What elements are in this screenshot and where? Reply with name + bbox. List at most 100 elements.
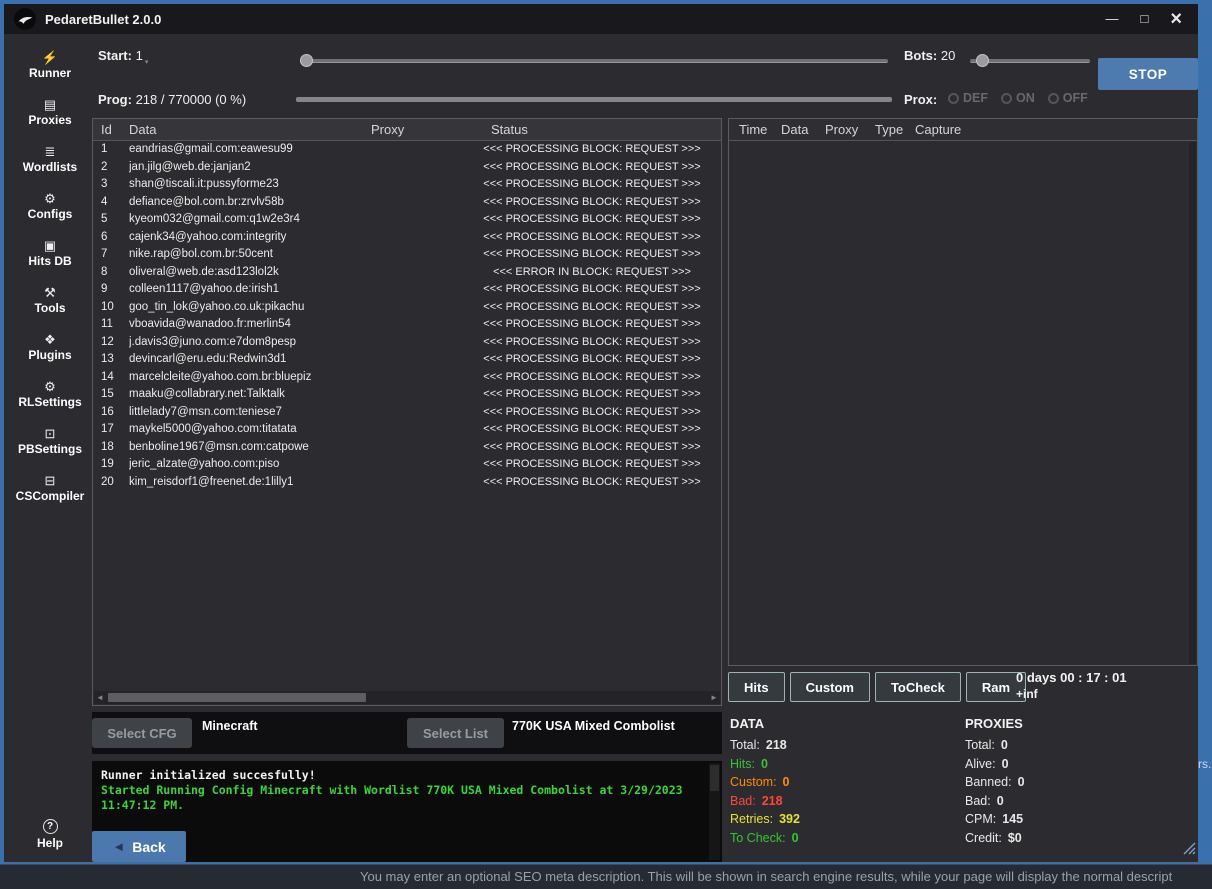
- column-header-data[interactable]: Data: [129, 122, 156, 137]
- bots-value[interactable]: 20: [941, 48, 955, 63]
- log-scrollbar[interactable]: [709, 763, 720, 860]
- table-row[interactable]: 20 kim_reisdorf1@freenet.de:1lilly1 <<< …: [93, 474, 721, 492]
- sidebar-item-configs[interactable]: ⚙ Configs: [4, 185, 96, 225]
- table-row[interactable]: 19 jeric_alzate@yahoo.com:piso <<< PROCE…: [93, 456, 721, 474]
- table-row[interactable]: 15 maaku@collabrary.net:Talktalk <<< PRO…: [93, 386, 721, 404]
- prox-off-radio[interactable]: OFF: [1048, 91, 1088, 105]
- column-header-proxy[interactable]: Proxy: [825, 122, 858, 137]
- back-button[interactable]: ◄ Back: [92, 831, 186, 862]
- help-icon: ?: [43, 819, 58, 834]
- compiler-icon: ⊟: [45, 472, 56, 489]
- table-row[interactable]: 2 jan.jilg@web.de:janjan2 <<< PROCESSING…: [93, 159, 721, 177]
- sidebar-item-hitsdb[interactable]: ▣ Hits DB: [4, 232, 96, 272]
- back-arrow-icon: ◄: [112, 839, 125, 854]
- proxies-stats-title: PROXIES: [965, 716, 1190, 731]
- tab-hits[interactable]: Hits: [728, 672, 785, 702]
- config-bar: Select CFG Minecraft Select List 770K US…: [92, 712, 722, 754]
- table-row[interactable]: 17 maykel5000@yahoo.com:titatata <<< PRO…: [93, 421, 721, 439]
- stat-line: Retries:392: [730, 812, 955, 831]
- column-header-time[interactable]: Time: [739, 122, 767, 137]
- log-output: Runner initialized succesfully! Started …: [92, 761, 722, 862]
- select-cfg-button[interactable]: Select CFG: [92, 718, 192, 748]
- horizontal-scrollbar[interactable]: ◄ ►: [94, 691, 720, 704]
- sidebar-item-rlsettings[interactable]: ⚙ RLSettings: [4, 373, 96, 413]
- log-scrollbar-thumb[interactable]: [710, 765, 719, 791]
- scroll-right-icon[interactable]: ►: [708, 691, 720, 704]
- sidebar-item-label: RLSettings: [18, 395, 81, 409]
- gear-icon: ⚙: [44, 190, 56, 207]
- app-logo-icon: [14, 8, 36, 30]
- sidebar-item-label: Wordlists: [23, 160, 77, 174]
- column-header-type[interactable]: Type: [875, 122, 903, 137]
- close-button[interactable]: ×: [1170, 11, 1182, 27]
- start-slider[interactable]: [300, 54, 888, 68]
- proxies-stats-list: Total:0 Alive:0 Banned:0 Bad:0: [965, 738, 1190, 849]
- column-header-status[interactable]: Status: [491, 122, 528, 137]
- table-row[interactable]: 9 colleen1117@yahoo.de:irish1 <<< PROCES…: [93, 281, 721, 299]
- sidebar-item-label: Plugins: [28, 348, 71, 362]
- column-header-data[interactable]: Data: [781, 122, 808, 137]
- table-row[interactable]: 14 marcelcleite@yahoo.com.br:bluepiz <<<…: [93, 369, 721, 387]
- runner-icon: ⚡: [42, 49, 58, 66]
- stat-line: Bad:218: [730, 794, 955, 813]
- tab-custom[interactable]: Custom: [790, 672, 870, 702]
- start-slider-track[interactable]: [300, 59, 888, 63]
- page-footer: You may enter an optional SEO meta descr…: [0, 864, 1212, 889]
- sidebar-item-wordlists[interactable]: ≣ Wordlists: [4, 138, 96, 178]
- prox-on-radio[interactable]: ON: [1001, 91, 1035, 105]
- sidebar-item-label: Help: [37, 836, 63, 850]
- sidebar-item-tools[interactable]: ⚒ Tools: [4, 279, 96, 319]
- log-line: Started Running Config Minecraft with Wo…: [101, 783, 700, 813]
- column-header-id[interactable]: Id: [101, 122, 112, 137]
- prox-def-radio[interactable]: DEF: [948, 91, 988, 105]
- column-header-capture[interactable]: Capture: [915, 122, 961, 137]
- sidebar-item-plugins[interactable]: ❖ Plugins: [4, 326, 96, 366]
- horizontal-scrollbar-thumb[interactable]: [108, 693, 366, 702]
- sidebar-item-pbsettings[interactable]: ⊡ PBSettings: [4, 420, 96, 460]
- window-controls: — □ ×: [1105, 11, 1188, 27]
- table-row[interactable]: 12 j.davis3@juno.com:e7dom8pesp <<< PROC…: [93, 334, 721, 352]
- data-stats: DATA Total:218 Hits:0 Custom:0: [730, 716, 955, 849]
- page-footer-text: You may enter an optional SEO meta descr…: [360, 869, 1172, 884]
- select-list-button[interactable]: Select List: [407, 718, 504, 748]
- table-row[interactable]: 4 defiance@bol.com.br:zrvlv58b <<< PROCE…: [93, 194, 721, 212]
- data-stats-list: Total:218 Hits:0 Custom:0 Bad:218: [730, 738, 955, 849]
- stop-button[interactable]: STOP: [1098, 58, 1198, 90]
- table-row[interactable]: 18 benboline1967@msn.com:catpowe <<< PRO…: [93, 439, 721, 457]
- table-row[interactable]: 3 shan@tiscali.it:pussyforme23 <<< PROCE…: [93, 176, 721, 194]
- resize-grip-icon[interactable]: [1183, 842, 1196, 860]
- table-row[interactable]: 8 oliveral@web.de:asd123lol2k <<< ERROR …: [93, 264, 721, 282]
- tab-tocheck[interactable]: ToCheck: [875, 672, 961, 702]
- start-value[interactable]: 1: [136, 48, 143, 63]
- stat-line: CPM:145: [965, 812, 1190, 831]
- table-row[interactable]: 11 vboavida@wanadoo.fr:merlin54 <<< PROC…: [93, 316, 721, 334]
- background-text-fragment: rs.: [1198, 757, 1211, 771]
- sidebar-item-label: Proxies: [28, 113, 71, 127]
- maximize-button[interactable]: □: [1140, 11, 1148, 27]
- table-row[interactable]: 1 eandrias@gmail.com:eawesu99 <<< PROCES…: [93, 141, 721, 159]
- bots-slider-thumb[interactable]: [976, 54, 989, 67]
- sidebar-item-help[interactable]: ? Help: [4, 814, 96, 854]
- table-row[interactable]: 13 devincarl@eru.edu:Redwin3d1 <<< PROCE…: [93, 351, 721, 369]
- table-row[interactable]: 16 littlelady7@msn.com:teniese7 <<< PROC…: [93, 404, 721, 422]
- vertical-scrollbar[interactable]: [1189, 142, 1196, 664]
- page-background: PedaretBullet 2.0.0 — □ × ⚡ Runner ▤: [0, 0, 1212, 889]
- sidebar-item-runner[interactable]: ⚡ Runner: [4, 44, 96, 84]
- wordlists-icon: ≣: [45, 143, 56, 160]
- minimize-button[interactable]: —: [1105, 11, 1118, 27]
- sidebar-item-label: PBSettings: [18, 442, 82, 456]
- spinner-icon[interactable]: ▾: [145, 59, 149, 66]
- bots-slider[interactable]: [970, 54, 1090, 68]
- table-row[interactable]: 6 cajenk34@yahoo.com:integrity <<< PROCE…: [93, 229, 721, 247]
- sidebar-item-proxies[interactable]: ▤ Proxies: [4, 91, 96, 131]
- sidebar-item-cscompiler[interactable]: ⊟ CSCompiler: [4, 467, 96, 507]
- column-header-proxy[interactable]: Proxy: [371, 122, 404, 137]
- table-row[interactable]: 10 goo_tin_lok@yahoo.co.uk:pikachu <<< P…: [93, 299, 721, 317]
- prox-radio-group: DEF ON OFF: [948, 91, 1088, 105]
- table-row[interactable]: 5 kyeom032@gmail.com:q1w2e3r4 <<< PROCES…: [93, 211, 721, 229]
- table-row[interactable]: 7 nike.rap@bol.com.br:50cent <<< PROCESS…: [93, 246, 721, 264]
- start-slider-thumb[interactable]: [300, 54, 313, 67]
- progress-value: 218 / 770000 (0 %): [136, 92, 247, 107]
- window-title: PedaretBullet 2.0.0: [45, 12, 161, 27]
- scroll-left-icon[interactable]: ◄: [94, 691, 106, 704]
